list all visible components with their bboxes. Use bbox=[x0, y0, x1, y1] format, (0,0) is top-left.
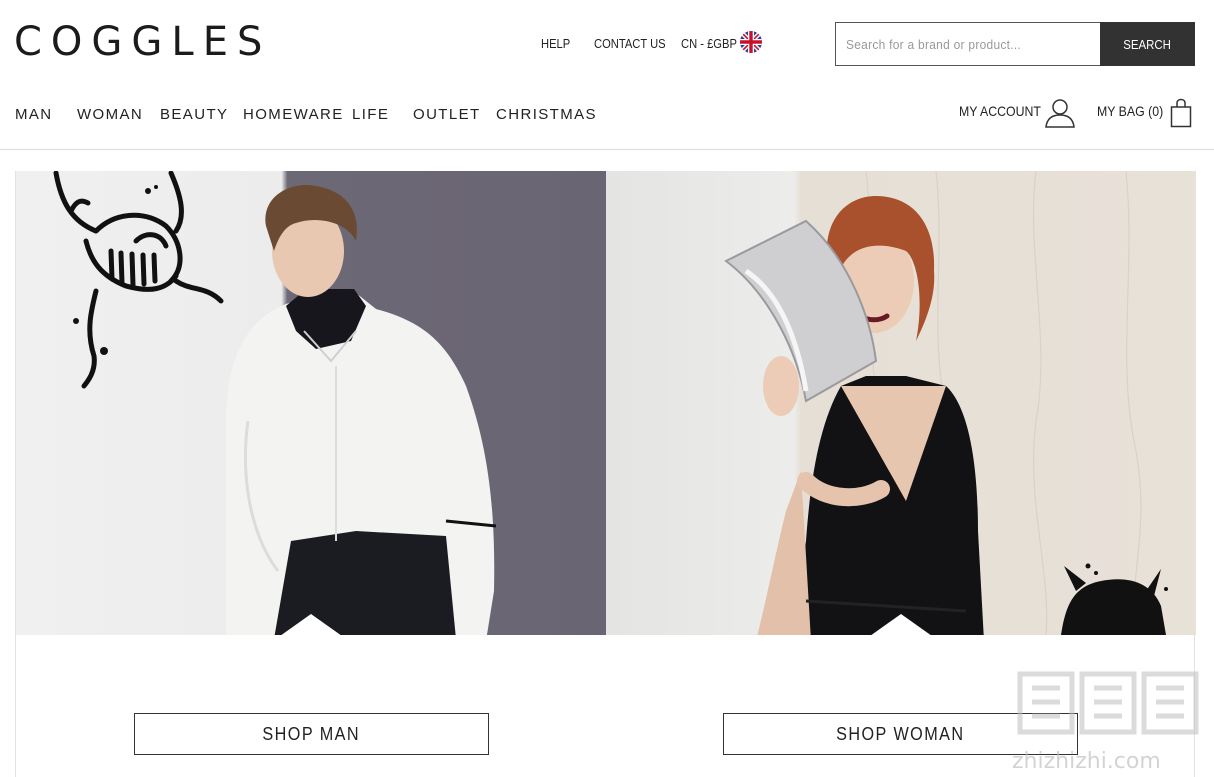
user-icon[interactable] bbox=[1044, 96, 1076, 128]
my-bag-link[interactable]: MY BAG (0) bbox=[1097, 103, 1163, 119]
watermark-text: zhizhizhi.com bbox=[1012, 749, 1161, 774]
nav-item-homeware[interactable]: HOMEWARE bbox=[243, 106, 344, 123]
watermark: zhizhizhi.com bbox=[1010, 660, 1210, 777]
shopping-bag-icon[interactable] bbox=[1170, 98, 1192, 128]
currency-selector[interactable]: CN - £GBP bbox=[681, 36, 737, 51]
shop-man-button[interactable]: SHOP MAN bbox=[134, 713, 489, 755]
header-divider bbox=[0, 149, 1214, 150]
man-panel-notch bbox=[280, 614, 342, 635]
my-account-link[interactable]: MY ACCOUNT bbox=[959, 103, 1041, 119]
search-button-label: SEARCH bbox=[1123, 36, 1172, 52]
nav-item-outlet[interactable]: OUTLET bbox=[413, 106, 481, 123]
uk-flag-icon[interactable] bbox=[740, 31, 762, 53]
nav-item-christmas[interactable]: CHRISTMAS bbox=[496, 106, 597, 123]
contact-us-link[interactable]: CONTACT US bbox=[594, 36, 666, 51]
nav-item-man[interactable]: MAN bbox=[15, 106, 53, 123]
woman-hero-image[interactable] bbox=[606, 171, 1196, 635]
search-placeholder: Search for a brand or product... bbox=[846, 36, 1022, 52]
woman-panel-notch bbox=[870, 614, 932, 635]
help-link[interactable]: HELP bbox=[541, 36, 570, 51]
nav-item-beauty[interactable]: BEAUTY bbox=[160, 106, 228, 123]
search-input[interactable]: Search for a brand or product... bbox=[835, 22, 1100, 66]
nav-item-life[interactable]: LIFE bbox=[352, 106, 389, 123]
search-button[interactable]: SEARCH bbox=[1100, 22, 1195, 66]
site-logo[interactable]: COGGLES bbox=[14, 22, 271, 62]
shop-woman-label: SHOP WOMAN bbox=[836, 723, 965, 744]
man-hero-image[interactable] bbox=[16, 171, 606, 635]
shop-man-label: SHOP MAN bbox=[262, 723, 361, 744]
nav-item-woman[interactable]: WOMAN bbox=[77, 106, 143, 123]
